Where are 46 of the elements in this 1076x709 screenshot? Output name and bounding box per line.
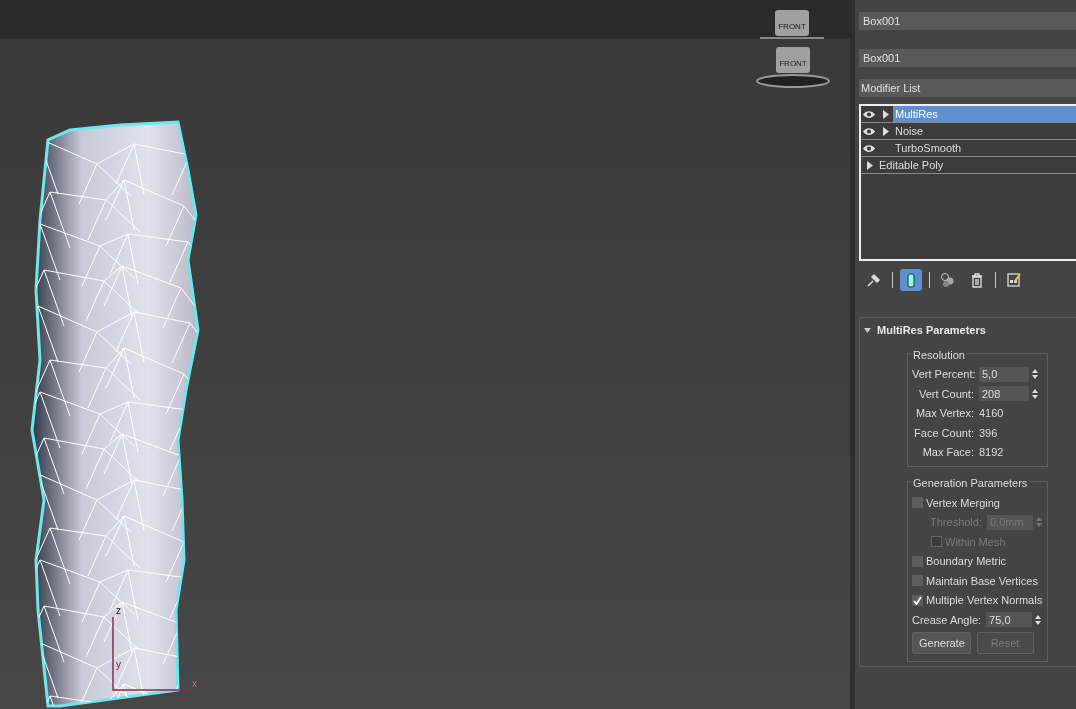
modifier-list-dropdown[interactable]: Modifier List (859, 79, 1076, 97)
expand-arrow-icon[interactable] (881, 126, 889, 136)
spinner-field[interactable]: 75,0 (986, 612, 1033, 628)
checkbox[interactable] (912, 497, 923, 509)
axis-label: z (116, 605, 121, 616)
checkbox-label[interactable]: Vertex Merging (926, 494, 1000, 511)
viewcube-base-icon[interactable] (760, 36, 824, 40)
spinner-arrows-icon[interactable] (1032, 388, 1038, 399)
checkbox[interactable] (912, 594, 923, 606)
modifier-stack-item[interactable]: Noise (893, 122, 1076, 140)
expand-arrow-icon[interactable] (865, 160, 873, 170)
rollout-title[interactable]: MultiRes Parameters (877, 322, 986, 339)
field-label: Vert Percent: (912, 367, 974, 382)
modifier-stack-item[interactable]: TurboSmooth (893, 139, 1076, 157)
collapse-arrow-icon[interactable] (864, 327, 871, 333)
checkbox[interactable] (912, 575, 923, 587)
spinner-field[interactable]: 5,0 (979, 366, 1029, 382)
viewcube[interactable]: FRONT (776, 47, 810, 73)
spinner-arrows-icon[interactable] (1035, 614, 1042, 625)
eye-icon[interactable] (862, 126, 876, 136)
readout-value: 4160 (979, 406, 1004, 421)
readout-value: 8192 (979, 445, 1004, 460)
readout-value: 396 (979, 425, 998, 441)
viewcube[interactable]: FRONT (775, 10, 809, 36)
checkbox-label[interactable]: Boundary Metric (926, 553, 1007, 570)
expand-arrow-icon[interactable] (881, 109, 889, 119)
field-label: Vert Count: (917, 386, 974, 402)
spinner-arrows-icon[interactable] (1032, 369, 1038, 380)
eye-icon[interactable] (862, 143, 876, 153)
checkbox-label[interactable]: Multiple Vertex Normals (926, 592, 1043, 609)
name-field[interactable]: Box001 (859, 12, 1076, 30)
field-label: Crease Angle: (912, 612, 982, 628)
axis-label: y (116, 659, 121, 670)
spinner-field[interactable]: 208 (979, 386, 1029, 402)
field-label: Max Face: (921, 445, 974, 460)
name-field[interactable]: Box001 (859, 49, 1076, 67)
axis-label: x (192, 678, 197, 689)
field-label: Face Count: (913, 425, 974, 441)
checkbox-label[interactable]: Maintain Base Vertices (926, 572, 1038, 589)
generate-button[interactable]: Generate (912, 632, 971, 655)
modifier-stack-item[interactable]: MultiRes (893, 105, 1076, 123)
checkbox[interactable] (912, 555, 923, 567)
modifier-stack-item[interactable]: Editable Poly (877, 156, 1076, 174)
compass-ring-icon[interactable] (755, 73, 831, 89)
field-label: Max Vertex: (914, 406, 974, 421)
eye-icon[interactable] (862, 109, 876, 119)
